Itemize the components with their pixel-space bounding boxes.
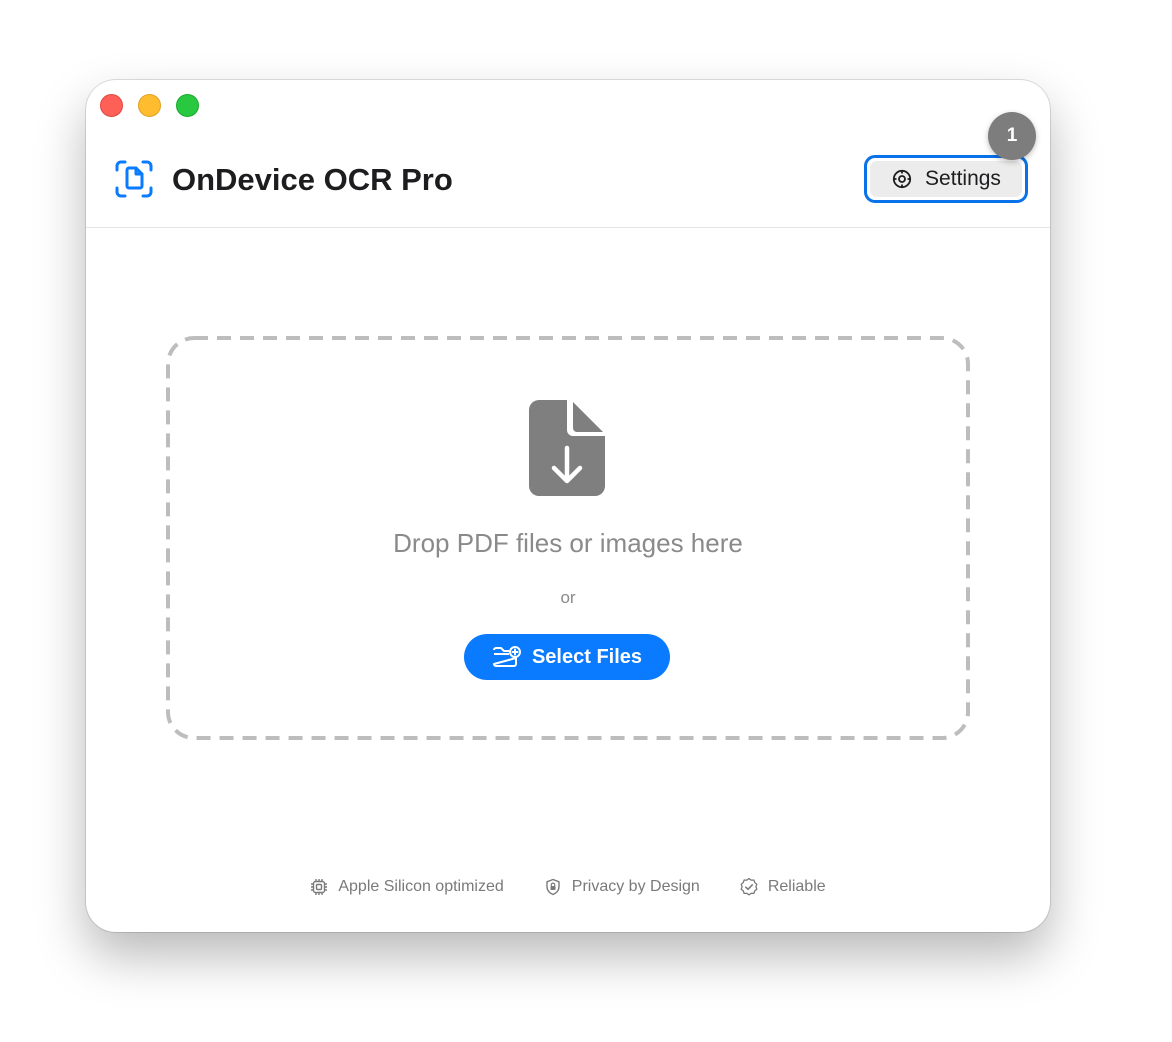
file-drop-zone[interactable]: Drop PDF files or images here or Select … bbox=[166, 336, 970, 740]
feature-footer: Apple Silicon optimized Privacy by Desig… bbox=[86, 878, 1050, 896]
feature-apple-silicon: Apple Silicon optimized bbox=[310, 878, 504, 896]
feature-label: Apple Silicon optimized bbox=[338, 878, 504, 895]
window-controls bbox=[100, 94, 199, 117]
drop-zone-title: Drop PDF files or images here bbox=[393, 528, 743, 558]
folder-add-icon bbox=[492, 646, 521, 667]
cpu-icon bbox=[311, 879, 328, 895]
settings-button[interactable]: Settings bbox=[864, 155, 1028, 203]
doc-viewfinder-icon bbox=[115, 160, 153, 198]
feature-reliable: Reliable bbox=[740, 878, 826, 896]
settings-label: Settings bbox=[925, 167, 1001, 190]
minimize-window-button[interactable] bbox=[138, 94, 161, 117]
app-window: OnDevice OCR Pro Settings 1 Drop PDF fil… bbox=[86, 80, 1050, 932]
lock-shield-icon bbox=[546, 878, 560, 896]
checkmark-seal-icon bbox=[740, 878, 758, 896]
step-badge: 1 bbox=[988, 112, 1036, 160]
or-separator: or bbox=[560, 588, 576, 607]
select-files-label: Select Files bbox=[531, 645, 643, 668]
zoom-window-button[interactable] bbox=[176, 94, 199, 117]
feature-label: Reliable bbox=[767, 878, 826, 895]
close-window-button[interactable] bbox=[100, 94, 123, 117]
document-download-icon bbox=[529, 400, 605, 496]
app-title: OnDevice OCR Pro bbox=[172, 162, 453, 197]
select-files-button[interactable]: Select Files bbox=[464, 634, 670, 680]
gear-icon bbox=[892, 169, 912, 189]
feature-label: Privacy by Design bbox=[571, 878, 700, 895]
feature-privacy: Privacy by Design bbox=[544, 878, 700, 896]
